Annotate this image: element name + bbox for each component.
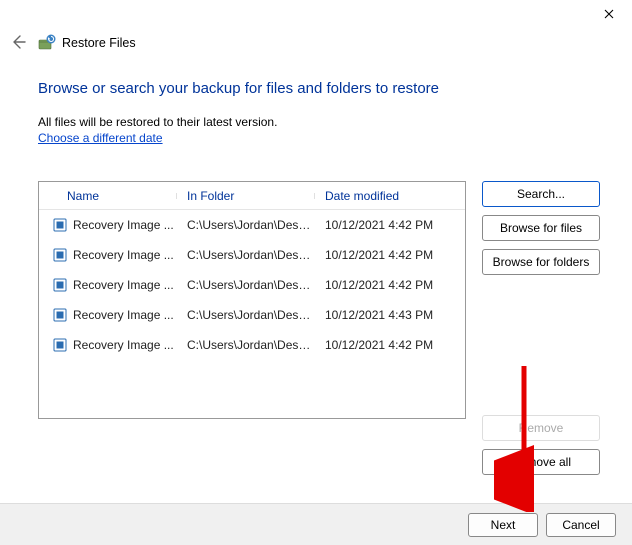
file-folder: C:\Users\Jordan\Deskt...: [177, 338, 315, 352]
next-button[interactable]: Next: [468, 513, 538, 537]
file-folder: C:\Users\Jordan\Deskt...: [177, 248, 315, 262]
remove-all-button[interactable]: Remove all: [482, 449, 600, 475]
file-folder: C:\Users\Jordan\Deskt...: [177, 278, 315, 292]
file-date: 10/12/2021 4:42 PM: [315, 248, 445, 262]
file-icon: [53, 278, 67, 292]
titlebar: [0, 0, 632, 28]
restore-icon: [38, 34, 56, 52]
table-row[interactable]: Recovery Image ...C:\Users\Jordan\Deskt.…: [39, 330, 465, 360]
file-icon: [53, 218, 67, 232]
table-row[interactable]: Recovery Image ...C:\Users\Jordan\Deskt.…: [39, 210, 465, 240]
browse-folders-button[interactable]: Browse for folders: [482, 249, 600, 275]
file-date: 10/12/2021 4:42 PM: [315, 218, 445, 232]
col-header-name[interactable]: Name: [39, 189, 177, 203]
page-heading: Browse or search your backup for files a…: [38, 80, 600, 97]
file-folder: C:\Users\Jordan\Deskt...: [177, 218, 315, 232]
cancel-button[interactable]: Cancel: [546, 513, 616, 537]
file-icon: [53, 248, 67, 262]
col-header-date[interactable]: Date modified: [315, 189, 445, 203]
file-name: Recovery Image ...: [73, 218, 174, 232]
header: Restore Files: [0, 28, 632, 52]
file-name: Recovery Image ...: [73, 338, 174, 352]
file-name: Recovery Image ...: [73, 248, 174, 262]
file-name: Recovery Image ...: [73, 308, 174, 322]
close-icon[interactable]: [600, 5, 618, 23]
content-area: Browse or search your backup for files a…: [0, 52, 632, 475]
col-header-folder[interactable]: In Folder: [177, 189, 315, 203]
choose-date-link[interactable]: Choose a different date: [38, 131, 163, 145]
table-row[interactable]: Recovery Image ...C:\Users\Jordan\Deskt.…: [39, 270, 465, 300]
file-date: 10/12/2021 4:43 PM: [315, 308, 445, 322]
footer: Next Cancel: [0, 503, 632, 545]
file-icon: [53, 308, 67, 322]
table-row[interactable]: Recovery Image ...C:\Users\Jordan\Deskt.…: [39, 240, 465, 270]
table-row[interactable]: Recovery Image ...C:\Users\Jordan\Deskt.…: [39, 300, 465, 330]
window-title: Restore Files: [62, 36, 136, 50]
list-header: Name In Folder Date modified: [39, 182, 465, 210]
remove-button: Remove: [482, 415, 600, 441]
browse-files-button[interactable]: Browse for files: [482, 215, 600, 241]
back-icon[interactable]: [10, 34, 28, 52]
file-icon: [53, 338, 67, 352]
file-date: 10/12/2021 4:42 PM: [315, 278, 445, 292]
file-date: 10/12/2021 4:42 PM: [315, 338, 445, 352]
side-panel: Search... Browse for files Browse for fo…: [482, 181, 600, 475]
file-name: Recovery Image ...: [73, 278, 174, 292]
file-folder: C:\Users\Jordan\Deskt...: [177, 308, 315, 322]
info-text: All files will be restored to their late…: [38, 115, 600, 129]
file-list: Name In Folder Date modified Recovery Im…: [38, 181, 466, 419]
search-button[interactable]: Search...: [482, 181, 600, 207]
